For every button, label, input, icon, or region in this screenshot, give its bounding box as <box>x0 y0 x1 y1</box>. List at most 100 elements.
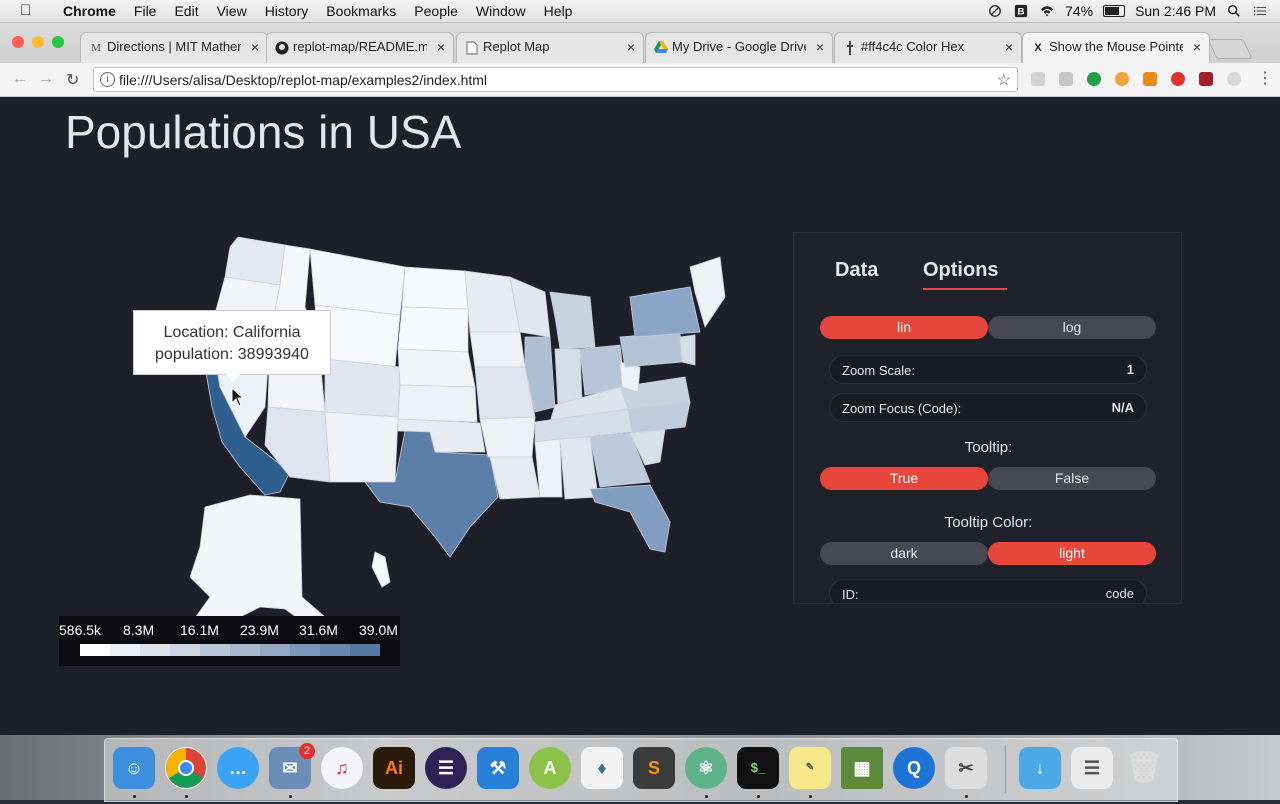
menu-edit[interactable]: Edit <box>165 3 207 19</box>
site-info-icon[interactable]: i <box>100 72 115 87</box>
state-new-mexico <box>324 411 399 483</box>
menu-history[interactable]: History <box>256 3 318 19</box>
address-bar[interactable]: i file:///Users/alisa/Desktop/replot-map… <box>93 67 1018 92</box>
close-tab-icon[interactable]: × <box>437 39 445 55</box>
legend-labels: 586.5k 8.3M 16.1M 23.9M 31.6M 39.0M <box>59 622 400 640</box>
eclipse-icon[interactable]: ☰ <box>425 747 467 789</box>
zoom-scale-label: Zoom Scale: <box>842 363 915 378</box>
chrome-menu-icon[interactable]: ⋮ <box>1257 68 1273 88</box>
extension-doc-icon[interactable] <box>1031 72 1045 86</box>
close-tab-icon[interactable]: × <box>1193 39 1201 55</box>
state-michigan <box>549 291 596 350</box>
menu-help[interactable]: Help <box>535 3 582 19</box>
tab-options[interactable]: Options <box>923 259 999 282</box>
zoom-scale-value[interactable]: 1 <box>1127 362 1134 377</box>
chrome-icon[interactable] <box>165 747 207 789</box>
do-not-disturb-icon[interactable] <box>987 4 1003 18</box>
svg-text:B: B <box>1018 7 1025 18</box>
menu-bookmarks[interactable]: Bookmarks <box>317 3 405 19</box>
id-field[interactable]: ID: code <box>829 579 1147 603</box>
state-missouri <box>474 366 536 420</box>
tooltip-color-light-button[interactable]: light <box>988 542 1156 565</box>
wifi-icon[interactable] <box>1039 4 1055 18</box>
extension-check-icon[interactable] <box>1087 72 1101 86</box>
back-arrow-icon[interactable]: ← <box>12 70 28 88</box>
id-value[interactable]: code <box>1106 586 1134 601</box>
tooltip-color-section-label: Tooltip Color: <box>944 514 1033 531</box>
extension-honey-icon[interactable] <box>1115 72 1129 86</box>
close-tab-icon[interactable]: × <box>251 39 259 55</box>
legend-swatch <box>200 644 230 656</box>
state-mississippi <box>534 438 563 498</box>
itunes-icon[interactable]: ♫ <box>321 747 363 789</box>
spotlight-search-icon[interactable] <box>1226 4 1242 18</box>
extension-fox-icon[interactable] <box>1143 72 1157 86</box>
python-icon[interactable]: ♦ <box>581 747 623 789</box>
menu-app-name[interactable]: Chrome <box>54 3 125 19</box>
tab-title: Directions | MIT Mathem <box>107 39 241 54</box>
minecraft-icon[interactable]: ▦ <box>841 747 883 789</box>
extension-pdf-icon[interactable] <box>1059 72 1073 86</box>
menu-people[interactable]: People <box>405 3 467 19</box>
finder-icon[interactable]: ☺ <box>113 747 155 789</box>
grab-icon[interactable]: ✂ <box>945 747 987 789</box>
tab-color-hex[interactable]: #ff4c4c Color Hex × <box>834 32 1022 63</box>
address-url[interactable]: file:///Users/alisa/Desktop/replot-map/e… <box>119 72 487 88</box>
state-kansas <box>397 384 478 423</box>
tab-replot-map[interactable]: Replot Map × <box>456 32 644 63</box>
minimize-window-button[interactable] <box>32 36 44 48</box>
extension-adblock-icon[interactable] <box>1171 72 1185 86</box>
new-tab-button[interactable] <box>1207 39 1253 59</box>
downloads-folder-icon[interactable]: ↓ <box>1019 747 1061 789</box>
illustrator-icon[interactable]: Ai <box>373 747 415 789</box>
menu-file[interactable]: File <box>125 3 166 19</box>
sublime-text-icon[interactable]: S <box>633 747 675 789</box>
tab-mouse-pointer[interactable]: X Show the Mouse Pointer × <box>1022 32 1210 63</box>
android-studio-icon[interactable]: A <box>529 747 571 789</box>
zoom-focus-field[interactable]: Zoom Focus (Code): N/A <box>829 393 1147 422</box>
zoom-focus-value[interactable]: N/A <box>1112 400 1134 415</box>
tab-google-drive[interactable]: My Drive - Google Drive × <box>645 32 833 63</box>
menu-view[interactable]: View <box>208 3 256 19</box>
xcode-icon[interactable]: ⚒ <box>477 747 519 789</box>
clock[interactable]: Sun 2:46 PM <box>1135 3 1216 19</box>
legend-label: 31.6M <box>299 622 338 638</box>
running-indicator <box>965 795 968 798</box>
messages-icon[interactable]: … <box>217 747 259 789</box>
menu-window[interactable]: Window <box>467 3 535 19</box>
reload-icon[interactable]: ↻ <box>66 70 79 90</box>
forward-arrow-icon[interactable]: → <box>38 70 54 88</box>
close-tab-icon[interactable]: × <box>627 39 635 55</box>
close-window-button[interactable] <box>12 36 24 48</box>
tab-github[interactable]: replot-map/README.md × <box>266 32 454 63</box>
state-iowa <box>469 331 526 368</box>
terminal-icon[interactable]: $_ <box>737 747 779 789</box>
bookmark-star-icon[interactable]: ☆ <box>997 70 1011 90</box>
extension-red-icon[interactable] <box>1199 72 1213 86</box>
quicktime-icon[interactable]: Q <box>893 747 935 789</box>
mit-icon: M <box>91 42 101 54</box>
recent-documents-icon[interactable]: ☰ <box>1071 747 1113 789</box>
scale-log-button[interactable]: log <box>988 316 1156 339</box>
zoom-window-button[interactable] <box>52 36 64 48</box>
stickies-icon[interactable]: ✎ <box>789 747 831 789</box>
state-florida <box>589 484 671 553</box>
b-extension-icon[interactable]: B <box>1013 4 1029 18</box>
battery-icon[interactable] <box>1103 5 1126 17</box>
scale-lin-button[interactable]: lin <box>820 316 988 339</box>
close-tab-icon[interactable]: × <box>816 39 824 55</box>
tab-data[interactable]: Data <box>835 259 878 282</box>
notification-center-icon[interactable] <box>1252 4 1268 18</box>
apple-icon[interactable]:  <box>20 2 31 19</box>
color-icon <box>843 41 857 55</box>
zoom-scale-field[interactable]: Zoom Scale: 1 <box>829 355 1147 384</box>
close-tab-icon[interactable]: × <box>1005 39 1013 55</box>
atom-icon[interactable]: ⚛ <box>685 747 727 789</box>
trash-icon[interactable]: 🗑 <box>1123 747 1165 789</box>
tooltip-color-dark-button[interactable]: dark <box>820 542 988 565</box>
tooltip-true-button[interactable]: True <box>820 467 988 490</box>
tab-mit[interactable]: M Directions | MIT Mathem × <box>80 32 268 63</box>
tooltip-false-button[interactable]: False <box>988 467 1156 490</box>
state-indiana <box>554 348 583 406</box>
extension-grey-icon[interactable] <box>1227 72 1241 86</box>
